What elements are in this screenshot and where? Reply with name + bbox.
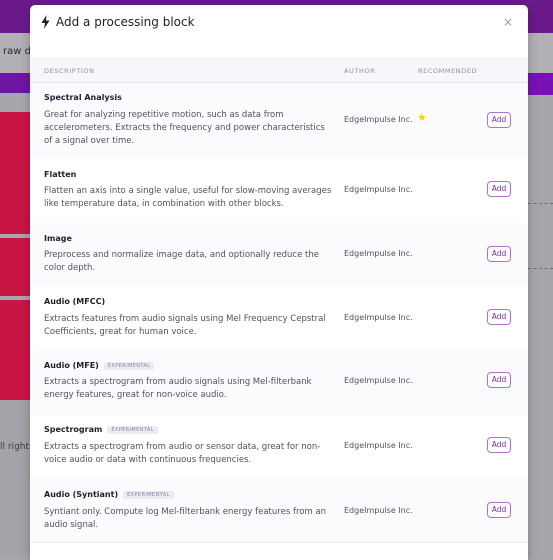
block-description: Extracts features from audio signals usi… <box>44 314 326 337</box>
block-author: EdgeImpulse Inc. <box>344 313 413 322</box>
block-description: Extracts a spectrogram from audio or sen… <box>44 442 321 465</box>
block-description: Syntiant only. Compute log Mel-filterban… <box>44 507 327 530</box>
modal-header: Add a processing block × <box>30 5 528 58</box>
table-row: Spectrogram EXPERIMENTAL Extracts a spect… <box>30 414 528 479</box>
table-header: DESCRIPTION AUTHOR RECOMMENDED <box>30 57 528 83</box>
background-rights-text: ll rights <box>0 442 34 452</box>
block-description: Preprocess and normalize image data, and… <box>44 250 319 273</box>
block-author: EdgeImpulse Inc. <box>344 376 413 385</box>
experimental-badge: EXPERIMENTAL <box>107 426 158 434</box>
table-row: Audio (MFCC) Extracts features from audi… <box>30 287 528 351</box>
add-button[interactable]: Add <box>487 246 511 262</box>
background-dashed-line <box>528 268 553 269</box>
column-header-author: AUTHOR <box>344 67 376 75</box>
block-author: EdgeImpulse Inc. <box>344 185 413 194</box>
background-footer-area <box>0 400 30 555</box>
bolt-icon <box>41 15 50 29</box>
block-description: Great for analyzing repetitive motion, s… <box>44 110 325 146</box>
close-icon[interactable]: × <box>503 15 513 29</box>
add-processing-block-modal: Add a processing block × DESCRIPTION AUT… <box>30 5 528 560</box>
block-title: Flatten <box>44 170 77 179</box>
block-title: Audio (Syntiant) EXPERIMENTAL <box>44 490 174 499</box>
block-description: Extracts a spectrogram from audio signal… <box>44 377 312 400</box>
modal-title: Add a processing block <box>56 15 195 29</box>
block-title: Spectrogram EXPERIMENTAL <box>44 425 158 434</box>
table-row: Image Preprocess and normalize image dat… <box>30 223 528 288</box>
add-button[interactable]: Add <box>487 112 511 128</box>
table-row: Audio (MFE) EXPERIMENTAL Extracts a spect… <box>30 350 528 415</box>
block-title: Image <box>44 234 72 243</box>
block-description: Flatten an axis into a single value, use… <box>44 186 332 209</box>
add-button[interactable]: Add <box>487 502 511 518</box>
block-title: Spectral Analysis <box>44 93 122 102</box>
background-dashed-line <box>528 203 553 204</box>
block-author: EdgeImpulse Inc. <box>344 249 413 258</box>
star-icon: ★ <box>417 111 427 124</box>
block-author: EdgeImpulse Inc. <box>344 115 413 124</box>
experimental-badge: EXPERIMENTAL <box>103 362 155 370</box>
block-author: EdgeImpulse Inc. <box>344 441 413 450</box>
column-header-description: DESCRIPTION <box>44 67 95 75</box>
add-button[interactable]: Add <box>487 372 511 388</box>
column-header-recommended: RECOMMENDED <box>418 67 478 75</box>
table-row: Audio (Syntiant) EXPERIMENTAL Syntiant on… <box>30 478 528 543</box>
block-title: Audio (MFCC) <box>44 297 106 306</box>
add-button[interactable]: Add <box>487 181 511 197</box>
add-button[interactable]: Add <box>487 309 511 325</box>
table-row: Spectral Analysis Great for analyzing re… <box>30 83 528 160</box>
background-red-block <box>0 112 30 234</box>
experimental-badge: EXPERIMENTAL <box>123 491 174 499</box>
add-button[interactable]: Add <box>487 437 511 453</box>
block-title: Audio (MFE) EXPERIMENTAL <box>44 361 155 370</box>
block-author: EdgeImpulse Inc. <box>344 506 413 515</box>
table-row: Flatten Flatten an axis into a single va… <box>30 159 528 224</box>
background-red-block <box>0 300 30 400</box>
background-red-block <box>0 238 30 296</box>
